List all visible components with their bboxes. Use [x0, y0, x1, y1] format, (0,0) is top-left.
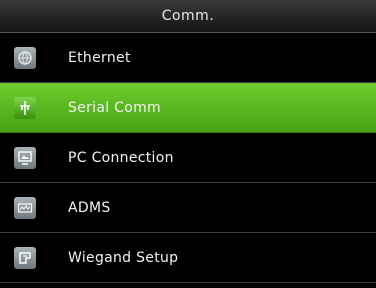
menu-item-label: Serial Comm	[68, 99, 161, 116]
menu-item-label: Ethernet	[68, 49, 131, 66]
page-title: Comm.	[161, 8, 215, 24]
wiegand-icon	[14, 247, 36, 269]
comm-menu-screen: Comm. Ethernet Serial Comm PC Connection…	[0, 0, 376, 288]
menu-item-pc-connection[interactable]: PC Connection	[0, 133, 376, 183]
menu-item-ethernet[interactable]: Ethernet	[0, 33, 376, 83]
pc-connection-icon	[14, 147, 36, 169]
menu-item-label: PC Connection	[68, 149, 174, 166]
title-bar: Comm.	[0, 0, 376, 33]
menu-list: Ethernet Serial Comm PC Connection ADMS …	[0, 33, 376, 283]
menu-item-adms[interactable]: ADMS	[0, 183, 376, 233]
ethernet-icon	[14, 47, 36, 69]
menu-item-wiegand-setup[interactable]: Wiegand Setup	[0, 233, 376, 283]
menu-item-label: ADMS	[68, 199, 111, 216]
menu-item-label: Wiegand Setup	[68, 249, 179, 266]
serial-comm-icon	[14, 97, 36, 119]
adms-icon	[14, 197, 36, 219]
menu-item-serial-comm[interactable]: Serial Comm	[0, 83, 376, 133]
